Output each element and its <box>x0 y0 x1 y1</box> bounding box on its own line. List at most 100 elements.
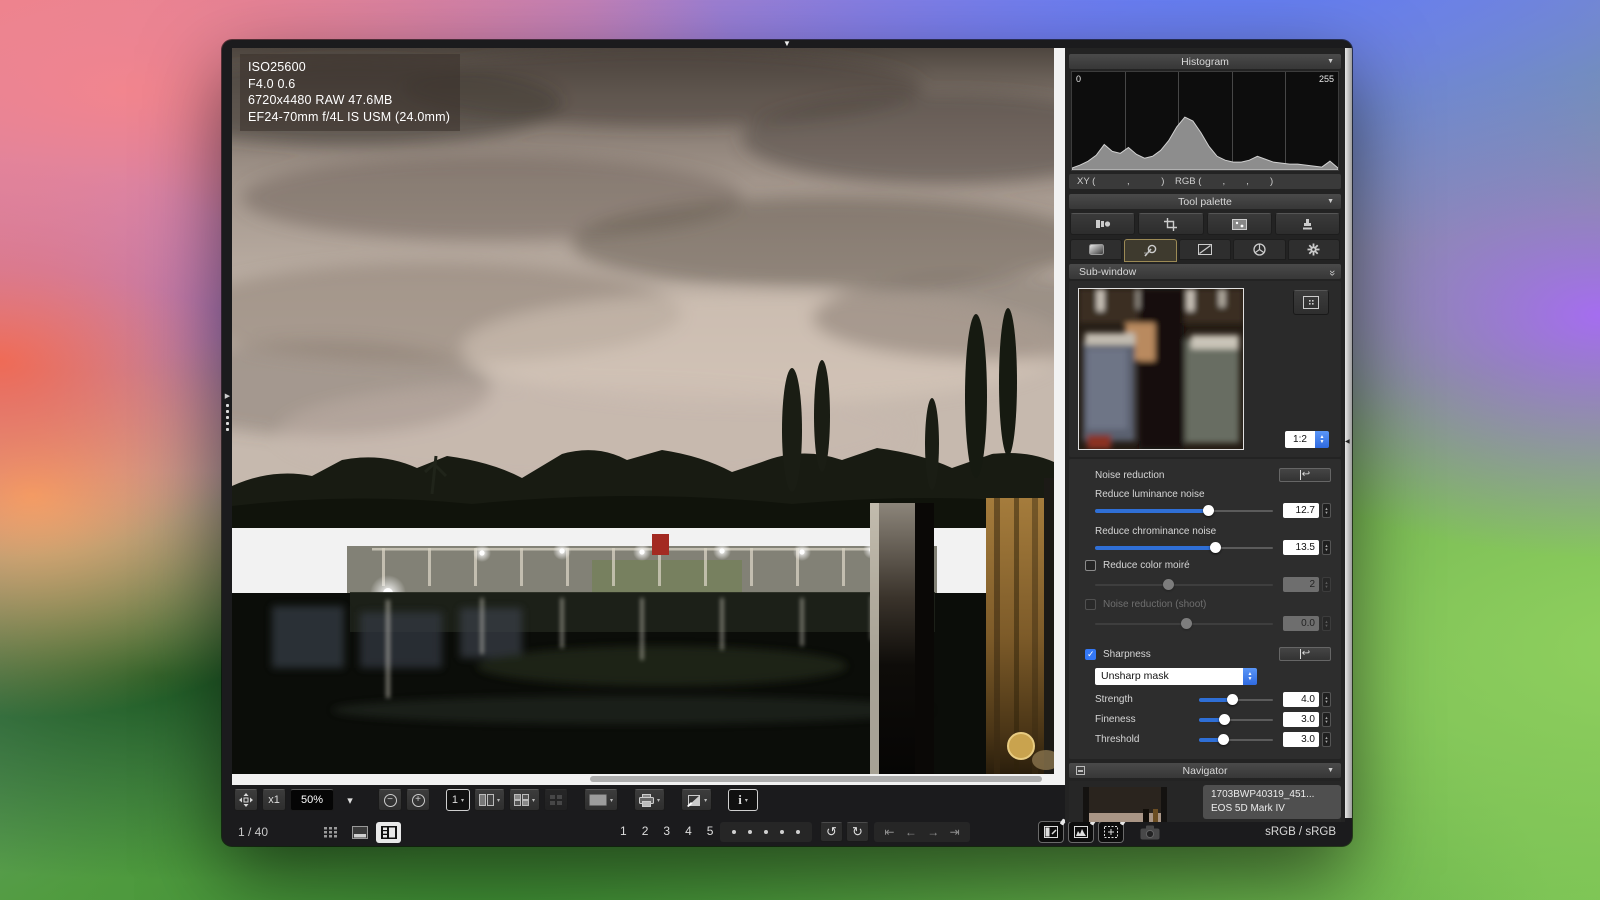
chrominance-noise-stepper[interactable]: ▲▼ <box>1322 540 1331 555</box>
image-viewport: ISO25600 F4.0 0.6 6720x4480 RAW 47.6MB E… <box>232 48 1065 785</box>
rating-dot-4[interactable] <box>780 830 784 834</box>
camera-connect-button[interactable] <box>1136 822 1164 843</box>
navigator-thumbnail[interactable] <box>1083 787 1167 822</box>
top-panel-collapse-handle[interactable]: ▼ <box>222 40 1352 48</box>
detail-adjustment-tab-selected[interactable] <box>1124 239 1176 262</box>
tool-palette-section-header[interactable]: Tool palette ▼ <box>1069 194 1341 209</box>
zoom-out-button[interactable]: − <box>378 789 402 811</box>
multi-view-button-disabled[interactable] <box>544 789 568 811</box>
sharpness-checkbox[interactable] <box>1085 649 1096 660</box>
noise-reduction-reset-button[interactable]: ↩ <box>1279 468 1331 482</box>
zoom-level-dropdown[interactable]: 50% <box>290 789 334 811</box>
lens-correction-tool-button[interactable] <box>1070 213 1135 235</box>
sharpness-mode-value: Unsharp mask <box>1095 668 1243 685</box>
sub-window-section-header[interactable]: Sub-window » <box>1069 264 1341 279</box>
rotate-left-button[interactable]: ↺ <box>820 822 843 842</box>
sub-window-position-button[interactable] <box>1293 290 1329 315</box>
histogram-toggle-button[interactable] <box>1068 821 1094 843</box>
sub-window-scale-select[interactable]: 1:2 ▲▼ <box>1285 431 1329 448</box>
rating-dot-5[interactable] <box>796 830 800 834</box>
strength-stepper[interactable]: ▲▼ <box>1322 692 1331 707</box>
sub-window-toggle-button[interactable] <box>1098 821 1124 843</box>
right-panel-collapse-strip[interactable]: ◀ <box>1345 48 1352 818</box>
slider-thumb[interactable] <box>1203 505 1214 516</box>
shoot-nr-stepper[interactable]: ▲▼ <box>1322 616 1331 631</box>
sub-window-preview[interactable] <box>1078 288 1244 450</box>
threshold-value[interactable]: 3.0 <box>1283 732 1319 747</box>
rating-dot-2[interactable] <box>748 830 752 834</box>
single-image-view-button[interactable]: 1 ▾ <box>446 789 470 811</box>
checkmark-3-button[interactable]: 3 <box>657 824 670 838</box>
first-image-button[interactable]: ⇤ <box>884 825 894 839</box>
threshold-slider[interactable] <box>1199 733 1273 746</box>
before-after-view-button[interactable]: ▾ <box>509 789 540 811</box>
slider-thumb[interactable] <box>1210 542 1221 553</box>
shoot-nr-checkbox[interactable] <box>1085 599 1096 610</box>
vertical-split-view-button[interactable] <box>376 822 401 843</box>
zoom-caret-icon[interactable]: ▾ <box>338 789 362 811</box>
strength-value[interactable]: 4.0 <box>1283 692 1319 707</box>
histogram-section-header[interactable]: Histogram ▼ <box>1069 54 1341 69</box>
rating-dot-3[interactable] <box>764 830 768 834</box>
checkmark-5-button[interactable]: 5 <box>701 824 714 838</box>
color-moire-value[interactable]: 2 <box>1283 577 1319 592</box>
color-moire-slider[interactable] <box>1095 578 1273 591</box>
luminance-noise-value[interactable]: 12.7 <box>1283 503 1319 518</box>
photo-canvas[interactable]: ISO25600 F4.0 0.6 6720x4480 RAW 47.6MB E… <box>232 48 1054 774</box>
navigator-section-header[interactable]: Navigator ▼ <box>1069 763 1341 778</box>
checkmark-1-button[interactable]: 1 <box>614 824 627 838</box>
slider-thumb[interactable] <box>1218 734 1229 745</box>
left-panel-collapse-handle[interactable]: ▶ <box>223 392 232 431</box>
thumbnail-grid-view-button[interactable] <box>318 822 343 843</box>
next-image-button[interactable]: → <box>927 825 939 839</box>
shoot-nr-value[interactable]: 0.0 <box>1283 616 1319 631</box>
slider-thumb[interactable] <box>1227 694 1238 705</box>
luminance-noise-slider[interactable] <box>1095 504 1273 517</box>
actual-size-button[interactable]: x1 <box>262 789 286 811</box>
strength-slider[interactable] <box>1199 693 1273 706</box>
slider-thumb[interactable] <box>1163 579 1174 590</box>
chrominance-noise-slider[interactable] <box>1095 541 1273 554</box>
sharpness-reset-button[interactable]: ↩ <box>1279 647 1331 661</box>
fit-to-window-button[interactable] <box>234 789 258 811</box>
checkmark-4-button[interactable]: 4 <box>679 824 692 838</box>
slider-thumb[interactable] <box>1181 618 1192 629</box>
luminance-noise-stepper[interactable]: ▲▼ <box>1322 503 1331 518</box>
background-color-button[interactable]: ▾ <box>584 789 618 811</box>
basic-adjustment-tab[interactable] <box>1070 239 1122 260</box>
stamp-tool-button[interactable] <box>1275 213 1340 235</box>
tool-palette-toggle-button[interactable] <box>1038 821 1064 843</box>
color-moire-stepper[interactable]: ▲▼ <box>1322 577 1331 592</box>
last-image-button[interactable]: ⇥ <box>950 825 960 839</box>
fineness-slider[interactable] <box>1199 713 1273 726</box>
horizontal-split-view-button[interactable] <box>347 822 372 843</box>
color-moire-checkbox[interactable] <box>1085 560 1096 571</box>
crop-tool-button[interactable] <box>1138 213 1203 235</box>
threshold-stepper[interactable]: ▲▼ <box>1322 732 1331 747</box>
fineness-value[interactable]: 3.0 <box>1283 712 1319 727</box>
compare-two-images-button[interactable]: ▾ <box>474 789 505 811</box>
camera-icon <box>1140 825 1160 840</box>
checkmark-2-button[interactable]: 2 <box>636 824 649 838</box>
chrominance-noise-value[interactable]: 13.5 <box>1283 540 1319 555</box>
shoot-nr-slider[interactable] <box>1095 617 1273 630</box>
sharpness-mode-select[interactable]: Unsharp mask ▲▼ <box>1095 668 1257 685</box>
rating-dot-1[interactable] <box>732 830 736 834</box>
tone-adjustment-tab[interactable] <box>1179 239 1231 260</box>
navigator-body: 1703BWP40319_451... EOS 5D Mark IV <box>1069 781 1341 822</box>
settings-tab[interactable] <box>1288 239 1340 260</box>
shoot-nr-checkbox-row: Noise reduction (shoot) <box>1069 599 1341 610</box>
scale-stepper-icon[interactable]: ▲▼ <box>1315 431 1329 448</box>
zoom-in-button[interactable]: + <box>406 789 430 811</box>
edit-adjustment-button[interactable]: ▾ <box>681 789 712 811</box>
rotate-right-button[interactable]: ↻ <box>846 822 869 842</box>
color-adjustment-tab[interactable] <box>1233 239 1285 260</box>
grid-view-icon <box>549 794 563 806</box>
dust-delete-tool-button[interactable] <box>1207 213 1272 235</box>
info-overlay-button[interactable]: i ▾ <box>728 789 758 811</box>
fineness-stepper[interactable]: ▲▼ <box>1322 712 1331 727</box>
slider-thumb[interactable] <box>1219 714 1230 725</box>
print-button[interactable]: ▾ <box>634 789 665 811</box>
horizontal-scrollbar[interactable] <box>590 776 1042 782</box>
previous-image-button[interactable]: ← <box>905 825 917 839</box>
